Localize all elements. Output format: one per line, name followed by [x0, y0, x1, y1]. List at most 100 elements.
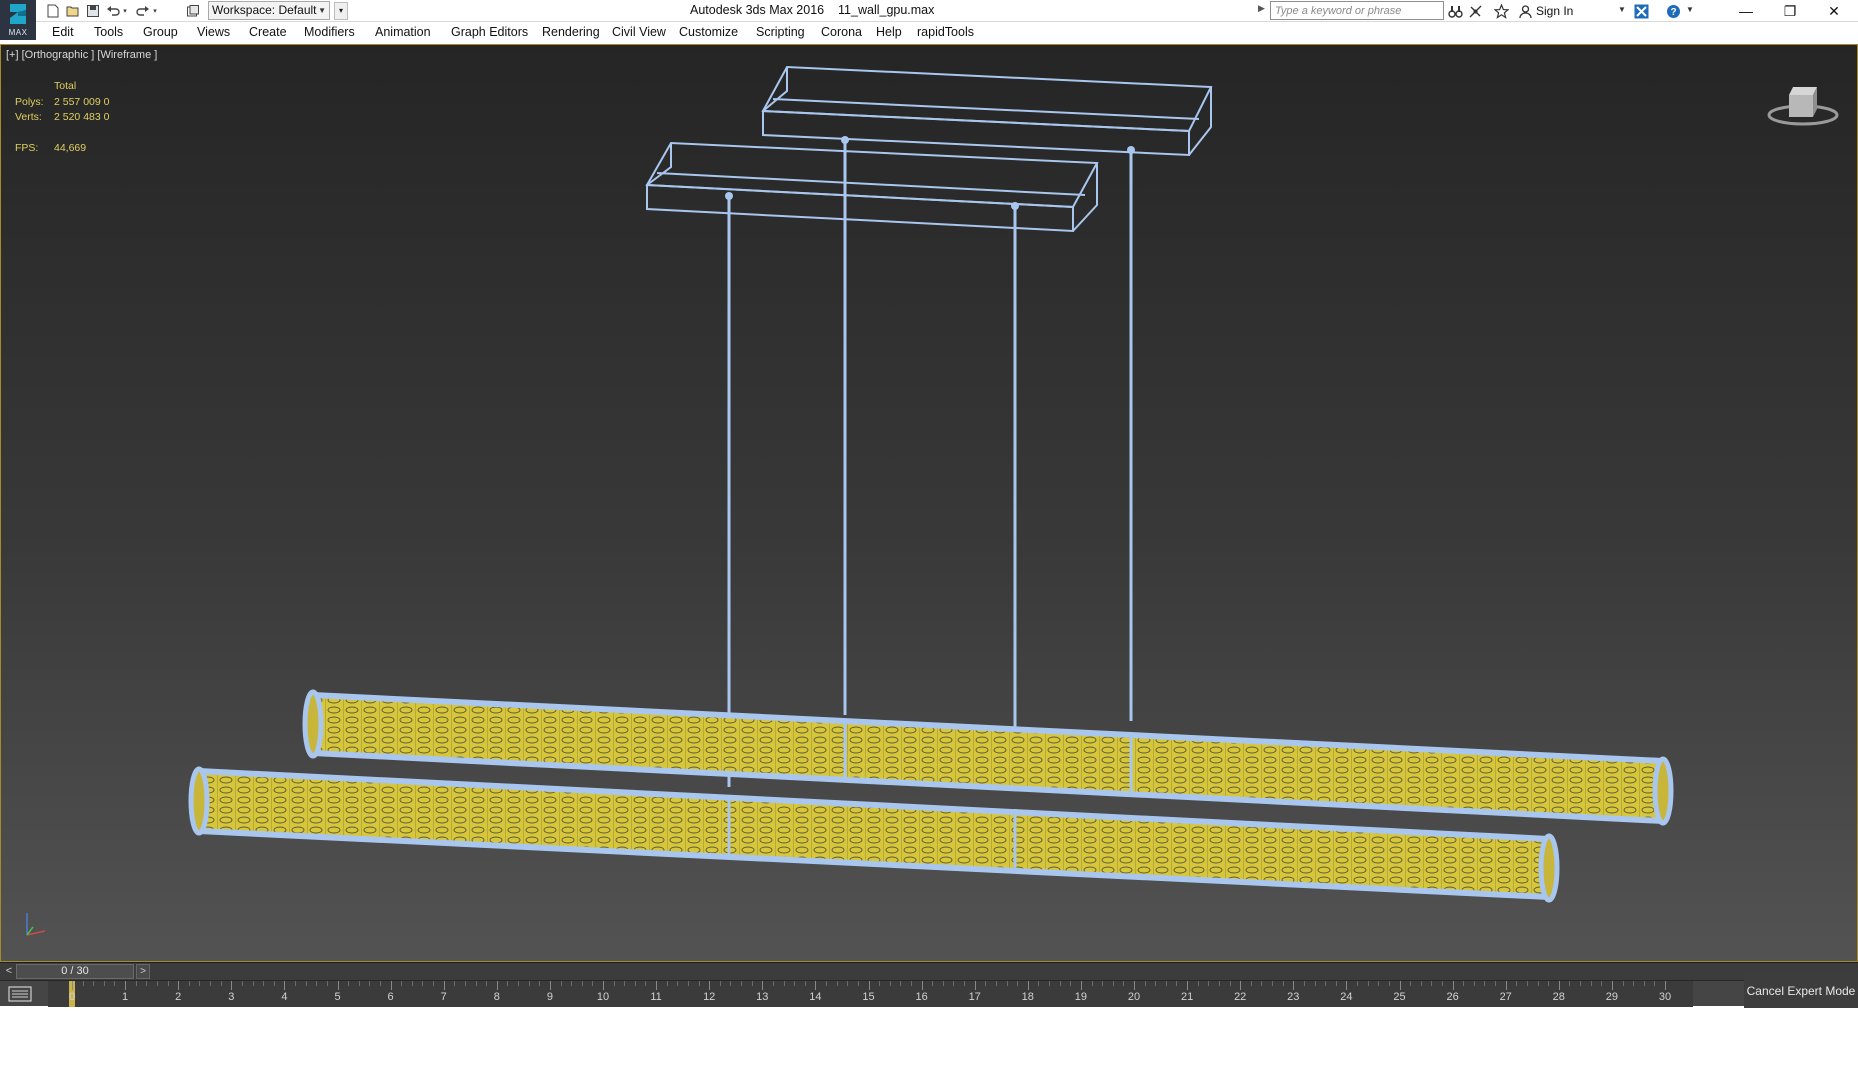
track-minor-tick — [910, 981, 912, 986]
menu-group[interactable]: Group — [143, 25, 178, 39]
search-expand-icon[interactable]: ▶ — [1258, 3, 1265, 14]
window-title-file: 11_wall_gpu.max — [838, 3, 935, 17]
menu-civil-view[interactable]: Civil View — [612, 25, 666, 39]
track-minor-tick — [1590, 981, 1592, 986]
menu-edit[interactable]: Edit — [52, 25, 74, 39]
track-minor-tick — [1049, 981, 1051, 986]
track-minor-tick — [1176, 981, 1178, 986]
binoculars-icon — [1447, 5, 1463, 18]
track-tick — [1187, 981, 1189, 990]
track-minor-tick — [730, 981, 732, 986]
track-tick-label: 12 — [703, 991, 716, 1003]
minimize-button[interactable]: — — [1724, 0, 1768, 22]
track-minor-tick — [1601, 981, 1603, 986]
track-tick-label: 24 — [1340, 991, 1353, 1003]
redo-dropdown[interactable]: ▾ — [150, 2, 160, 20]
menu-tools[interactable]: Tools — [94, 25, 123, 39]
time-slider-next-button[interactable]: > — [136, 964, 150, 979]
open-folder-icon — [66, 6, 79, 17]
track-minor-tick — [1463, 981, 1465, 986]
cancel-expert-mode-button[interactable]: Cancel Expert Mode — [1744, 974, 1858, 1008]
track-minor-tick — [1633, 981, 1635, 986]
track-minor-tick — [613, 981, 615, 986]
track-minor-tick — [1441, 981, 1443, 986]
track-bar[interactable]: 0 1 2 3 4 5 6 7 8 9 10 11 12 13 14 15 16 17 18 19 20 21 22 23 24… — [0, 980, 1858, 1007]
track-minor-tick — [316, 981, 318, 986]
menu-graph-editors[interactable]: Graph Editors — [451, 25, 528, 39]
track-tick — [1399, 981, 1401, 990]
track-tick — [178, 981, 180, 990]
time-slider[interactable]: < 0 / 30 > — [0, 962, 1858, 980]
save-file-button[interactable] — [84, 2, 102, 20]
track-minor-tick — [1516, 981, 1518, 986]
subscription-center-button[interactable] — [1466, 2, 1484, 20]
track-minor-tick — [1059, 981, 1061, 986]
autodesk-exchange-button[interactable] — [1632, 2, 1650, 20]
menu-corona[interactable]: Corona — [821, 25, 862, 39]
help-button[interactable]: ? — [1664, 2, 1682, 20]
wireframe-scene[interactable] — [1, 45, 1857, 961]
viewcube[interactable] — [1763, 75, 1843, 135]
track-tick-label: 18 — [1021, 991, 1034, 1003]
ceiling-canopy-back[interactable] — [761, 65, 1213, 157]
customize-quick-access-button[interactable]: ▾ — [334, 2, 348, 20]
track-tick — [709, 981, 711, 990]
track-minor-tick — [1091, 981, 1093, 986]
search-button[interactable] — [1446, 2, 1464, 20]
workspace-dropdown[interactable]: Workspace: Default ▼ — [208, 1, 330, 20]
track-minor-tick — [1548, 981, 1550, 986]
suspension-cables[interactable] — [727, 139, 1133, 787]
track-bar-timeline[interactable]: 0 1 2 3 4 5 6 7 8 9 10 11 12 13 14 15 16 17 18 19 20 21 22 23 24… — [48, 981, 1693, 1007]
menu-help[interactable]: Help — [876, 25, 902, 39]
star-icon — [1493, 3, 1509, 19]
track-minor-tick — [645, 981, 647, 986]
track-minor-tick — [188, 981, 190, 986]
time-slider-thumb[interactable]: 0 / 30 — [16, 964, 134, 979]
track-minor-tick — [1622, 981, 1624, 986]
track-minor-tick — [1357, 981, 1359, 986]
menu-views[interactable]: Views — [197, 25, 230, 39]
sign-in-link[interactable]: Sign In — [1536, 4, 1573, 18]
track-minor-tick — [719, 981, 721, 986]
track-minor-tick — [932, 981, 934, 986]
menu-animation[interactable]: Animation — [375, 25, 431, 39]
track-minor-tick — [1218, 981, 1220, 986]
undo-dropdown[interactable]: ▾ — [120, 2, 130, 20]
user-account-button[interactable] — [1516, 2, 1534, 20]
menu-customize[interactable]: Customize — [679, 25, 738, 39]
time-slider-prev-button[interactable]: < — [3, 964, 15, 979]
viewport-orthographic[interactable]: [+] [Orthographic ] [Wireframe ] Total P… — [0, 44, 1858, 962]
close-button[interactable]: ✕ — [1812, 0, 1856, 22]
viewcube-front-face[interactable] — [1789, 95, 1813, 117]
menu-modifiers[interactable]: Modifiers — [304, 25, 355, 39]
track-minor-tick — [1261, 981, 1263, 986]
menu-create[interactable]: Create — [249, 25, 287, 39]
track-tick-label: 13 — [756, 991, 769, 1003]
viewcube-top-face[interactable] — [1789, 87, 1817, 95]
open-file-button[interactable] — [64, 2, 82, 20]
track-minor-tick — [475, 981, 477, 986]
project-folder-button[interactable] — [184, 2, 202, 20]
application-button[interactable]: MAX — [0, 0, 36, 40]
track-minor-tick — [687, 981, 689, 986]
exchange-x-icon — [1634, 4, 1648, 18]
menu-rapidtools[interactable]: rapidTools — [917, 25, 974, 39]
restore-button[interactable]: ❐ — [1768, 0, 1812, 22]
search-input[interactable] — [1270, 1, 1444, 20]
track-tick-label: 7 — [440, 991, 447, 1003]
axis-tripod-icon — [26, 913, 46, 936]
sign-in-dropdown[interactable]: ▼ — [1618, 5, 1626, 14]
new-file-button[interactable] — [44, 2, 62, 20]
help-dropdown[interactable]: ▼ — [1686, 5, 1694, 14]
menu-scripting[interactable]: Scripting — [756, 25, 805, 39]
track-minor-tick — [1144, 981, 1146, 986]
open-mini-curve-editor-icon[interactable] — [8, 985, 32, 1003]
menu-rendering[interactable]: Rendering — [542, 25, 600, 39]
track-tick — [1134, 981, 1135, 990]
track-minor-tick — [804, 981, 806, 986]
ceiling-canopy-front[interactable] — [645, 141, 1099, 233]
favorites-button[interactable] — [1492, 2, 1510, 20]
track-tick-label: 5 — [334, 991, 341, 1003]
track-minor-tick — [1282, 981, 1284, 986]
window-title-app: Autodesk 3ds Max 2016 — [690, 3, 825, 17]
